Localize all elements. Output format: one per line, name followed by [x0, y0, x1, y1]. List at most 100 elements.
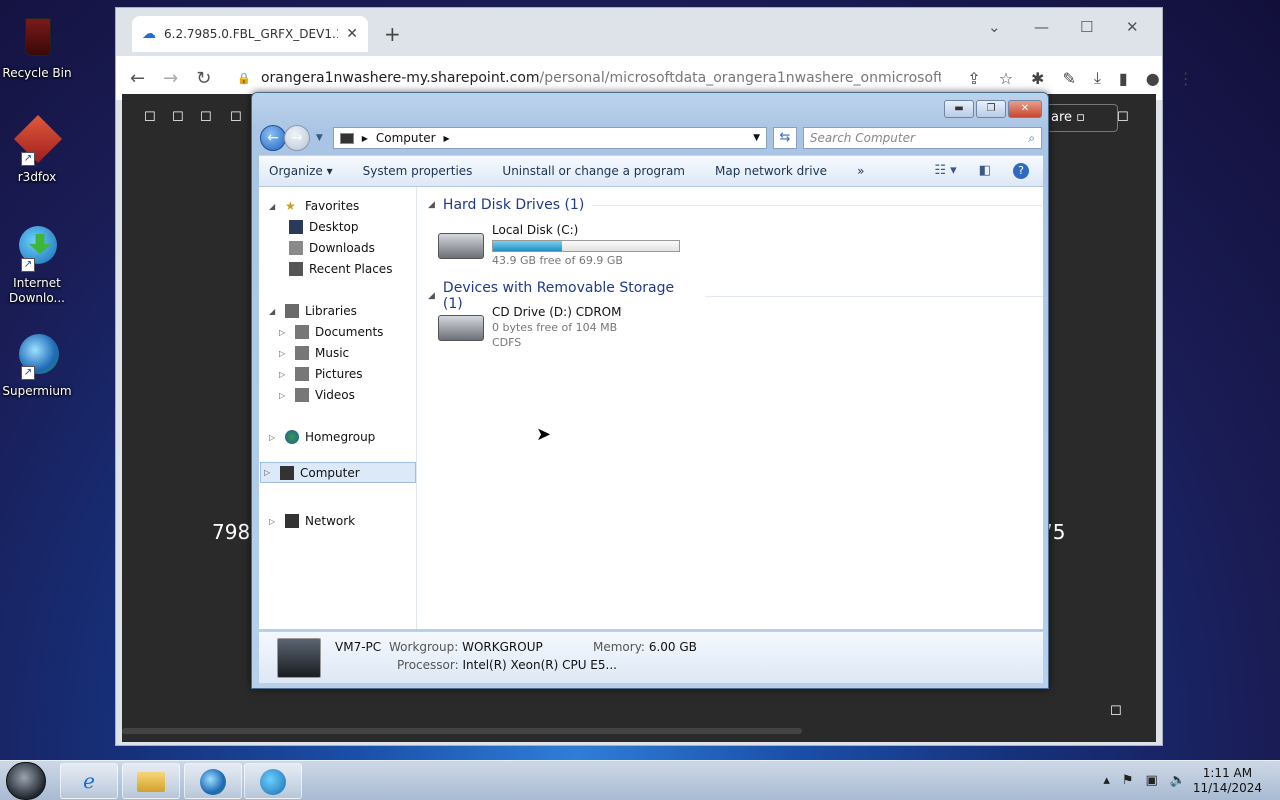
nav-recent-places[interactable]: Recent Places — [289, 262, 392, 276]
page-toolbar-icon[interactable]: ☐ — [200, 110, 212, 125]
tab-strip: ☁ 6.2.7985.0.FBL_GRFX_DEV1.1104 ✕ + ⌄ — … — [116, 8, 1162, 56]
page-more-icon[interactable]: ☐ — [1117, 110, 1129, 125]
maximize-button[interactable]: ☐ — [1080, 18, 1093, 36]
tab-search-chevron-icon[interactable]: ⌄ — [988, 18, 1001, 36]
libraries-icon — [285, 304, 299, 318]
computer-monitor-icon — [277, 638, 321, 678]
clock[interactable]: 1:11 AM 11/14/2024 — [1193, 766, 1262, 796]
group-header-hard-disk-drives[interactable]: ◢ Hard Disk Drives (1) — [428, 197, 1043, 213]
taskbar-file-explorer-icon[interactable] — [122, 763, 180, 799]
url-bar[interactable]: 🔒 orangera1nwashere-my.sharepoint.com/pe… — [229, 63, 949, 93]
search-icon[interactable]: ⌕ — [1028, 131, 1035, 146]
extensions-puzzle-icon[interactable]: ✱ — [1031, 69, 1044, 88]
drive-name: CD Drive (D:) CDROM — [492, 305, 622, 319]
internet-download-manager-icon: ↗ — [13, 224, 61, 272]
menu-kebab-icon[interactable]: ⋮ — [1178, 69, 1194, 88]
more-commands-button[interactable]: » — [857, 164, 864, 178]
profile-avatar-icon[interactable]: ● — [1146, 69, 1160, 88]
processor-info: Processor: Intel(R) Xeon(R) CPU E5... — [397, 658, 617, 672]
download-icon[interactable]: ⤓ — [1094, 68, 1101, 88]
desktop-icon-internet-download[interactable]: ↗ Internet Downlo... — [2, 224, 72, 306]
show-hidden-icons-icon[interactable]: ▴ — [1103, 773, 1110, 788]
drive-cd-d[interactable]: CD Drive (D:) CDROM 0 bytes free of 104 … — [438, 305, 621, 349]
side-panel-icon[interactable]: ▮ — [1119, 69, 1128, 88]
preview-pane-icon[interactable]: ◧ — [979, 163, 991, 179]
videos-icon — [295, 388, 309, 402]
page-toolbar-icon[interactable]: ☐ — [172, 110, 184, 125]
new-tab-button[interactable]: + — [384, 22, 401, 46]
drive-local-disk-c[interactable]: Local Disk (C:) 43.9 GB free of 69.9 GB — [438, 223, 680, 267]
page-toolbar-icon[interactable]: ☐ — [230, 110, 242, 125]
help-icon[interactable]: ? — [1013, 163, 1029, 179]
nav-documents[interactable]: ▷ Documents — [279, 325, 383, 339]
share-page-icon[interactable]: ⇪ — [967, 69, 980, 88]
drive-free-space: 43.9 GB free of 69.9 GB — [492, 254, 623, 267]
search-placeholder: Search Computer — [809, 131, 915, 145]
forward-arrow-icon[interactable]: → — [163, 68, 178, 89]
change-view-icon[interactable]: ☷ ▾ — [934, 163, 956, 179]
computer-icon — [339, 132, 354, 144]
reload-icon[interactable]: ↻ — [196, 68, 211, 89]
explorer-restore-button[interactable]: ❐ — [976, 100, 1006, 118]
explorer-close-button[interactable]: ✕ — [1008, 100, 1042, 118]
map-network-drive-button[interactable]: Map network drive — [715, 164, 827, 178]
content-pane: ◢ Hard Disk Drives (1) Local Disk (C:) 4… — [418, 187, 1043, 629]
network-icon[interactable]: ▣ — [1146, 773, 1158, 788]
explorer-minimize-button[interactable]: ▬ — [944, 100, 974, 118]
nav-desktop[interactable]: Desktop — [289, 220, 359, 234]
nav-homegroup[interactable]: ▷ Homegroup — [269, 430, 375, 444]
search-computer-field[interactable]: Search Computer ⌕ — [802, 127, 1042, 149]
nav-network[interactable]: ▷ Network — [269, 514, 355, 528]
shortcut-arrow-icon: ↗ — [21, 366, 35, 380]
share-button[interactable]: are ▫ — [1042, 104, 1118, 132]
r3dfox-icon: ↗ — [13, 114, 63, 166]
music-icon — [295, 346, 309, 360]
desktop-icon-label: Recycle Bin — [2, 66, 72, 80]
organize-button[interactable]: Organize ▾ — [269, 164, 333, 178]
bookmark-star-icon[interactable]: ☆ — [999, 69, 1013, 88]
minimize-button[interactable]: — — [1034, 18, 1049, 36]
page-toolbar-icon[interactable]: ☐ — [144, 110, 156, 125]
breadcrumb-separator-icon[interactable]: ▶ — [362, 134, 368, 143]
hard-drive-icon — [438, 233, 484, 259]
nav-videos[interactable]: ▷ Videos — [279, 388, 355, 402]
taskbar-internet-explorer-icon[interactable]: ℯ — [60, 763, 118, 799]
nav-downloads[interactable]: Downloads — [289, 241, 375, 255]
drive-filesystem: CDFS — [492, 336, 522, 349]
nav-pictures[interactable]: ▷ Pictures — [279, 367, 363, 381]
nav-music[interactable]: ▷ Music — [279, 346, 349, 360]
nav-favorites[interactable]: ◢ ★ Favorites — [269, 199, 359, 213]
action-center-flag-icon[interactable]: ⚑ — [1122, 773, 1134, 788]
browser-tab[interactable]: ☁ 6.2.7985.0.FBL_GRFX_DEV1.1104 ✕ — [132, 16, 368, 52]
desktop-icon-r3dfox[interactable]: ↗ r3dfox — [2, 114, 72, 185]
start-button[interactable] — [6, 762, 46, 800]
forward-button[interactable]: → — [283, 125, 310, 151]
eyedropper-icon[interactable]: ✎ — [1062, 69, 1075, 88]
nav-libraries[interactable]: ◢ Libraries — [269, 304, 357, 318]
taskbar-internet-download-manager-icon[interactable] — [244, 763, 302, 799]
desktop-icon-recycle-bin[interactable]: Recycle Bin — [2, 14, 72, 81]
system-properties-button[interactable]: System properties — [363, 164, 473, 178]
tab-close-button[interactable]: ✕ — [346, 26, 358, 42]
taskbar-supermium-icon[interactable] — [184, 763, 242, 799]
workgroup-info: Workgroup: WORKGROUP — [389, 640, 543, 654]
uninstall-program-button[interactable]: Uninstall or change a program — [502, 164, 685, 178]
details-pane: VM7-PC Workgroup: WORKGROUP Memory: 6.00… — [259, 631, 1043, 683]
collapse-icon[interactable]: ◢ — [428, 291, 435, 301]
recent-pages-chevron-icon[interactable]: ▼ — [316, 133, 323, 143]
horizontal-scrollbar[interactable] — [122, 728, 802, 734]
mouse-pointer-icon: ➤ — [536, 424, 552, 445]
desktop-icon-supermium[interactable]: ↗ Supermium — [2, 332, 72, 399]
volume-muted-icon[interactable]: 🔈 — [1170, 773, 1186, 788]
nav-computer[interactable]: ▷ Computer — [260, 462, 416, 483]
back-arrow-icon[interactable]: ← — [130, 68, 145, 89]
breadcrumb-separator-icon[interactable]: ▶ — [444, 134, 450, 143]
address-breadcrumb[interactable]: ▶ Computer ▶ ▼ — [332, 127, 768, 149]
page-corner-icon[interactable]: ☐ — [1110, 704, 1122, 719]
address-dropdown-icon[interactable]: ▼ — [753, 133, 760, 143]
breadcrumb-computer[interactable]: Computer — [376, 131, 436, 145]
collapse-icon[interactable]: ◢ — [428, 200, 435, 210]
back-button[interactable]: ← — [260, 125, 286, 151]
refresh-button[interactable]: ⇆ — [773, 127, 797, 149]
close-button[interactable]: ✕ — [1126, 18, 1139, 36]
